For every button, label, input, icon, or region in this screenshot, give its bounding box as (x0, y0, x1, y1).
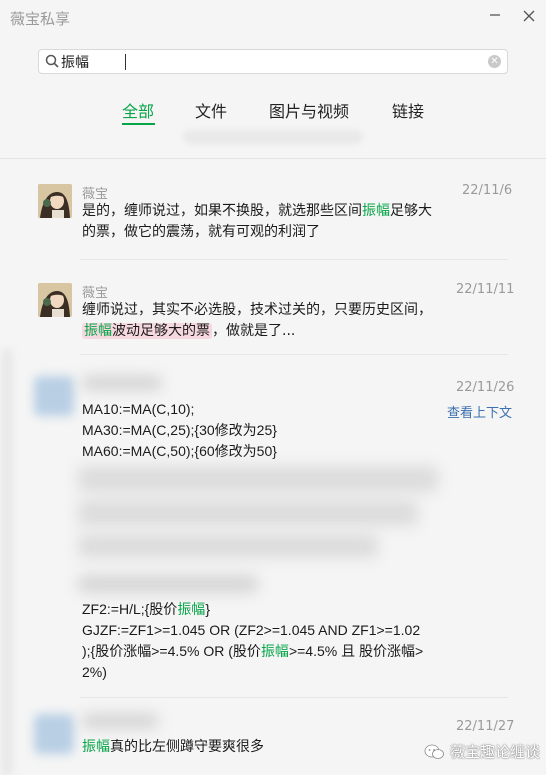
tab-files[interactable]: 文件 (195, 98, 227, 122)
blurred-region (78, 466, 438, 492)
title-bar: 薇宝私享 (0, 0, 546, 38)
message-date: 22/11/26 (456, 380, 515, 395)
view-context-link[interactable]: 查看上下文 (447, 402, 512, 421)
clear-icon[interactable]: ✕ (488, 55, 501, 68)
formula-line: );{股价涨幅>=4.5% OR (股价振幅>=4.5% 且 股价涨幅> (82, 641, 423, 662)
formula-segment: } (205, 601, 210, 617)
formula-segment: ZF2:=H/L;{股价 (82, 601, 178, 617)
message-segment: ，做就是了... (212, 323, 296, 339)
highlighted-phrase: 振幅波动足够大的票 (82, 323, 212, 339)
message-segment: 是的，缠师说过，如果不换股，就选那些区间 (82, 203, 362, 219)
blurred-region (78, 575, 258, 593)
text-caret (125, 54, 126, 70)
active-tab-indicator (122, 123, 155, 125)
code-line: MA60:=MA(C,50);{60修改为50} (82, 443, 277, 459)
close-icon[interactable] (518, 6, 540, 28)
formula-line: 2%) (82, 664, 107, 680)
message-text[interactable]: 振幅真的比左侧蹲守要爽很多 (82, 737, 442, 758)
message-date: 22/11/11 (456, 282, 515, 297)
blurred-region (2, 350, 12, 775)
message-segment: 波动足够大的票 (112, 323, 210, 339)
formula-segment: );{股价涨幅>=4.5% OR (股价 (82, 643, 261, 659)
message-text[interactable]: 缠师说过，其实不必选股，技术过关的，只要历史区间， 振幅波动足够大的票 ，做就是了.… (82, 300, 442, 342)
tab-images-videos[interactable]: 图片与视频 (269, 98, 349, 122)
watermark-icon (424, 744, 444, 759)
avatar[interactable] (38, 283, 72, 317)
keyword-highlight: 振幅 (177, 601, 206, 617)
blurred-region (82, 376, 162, 390)
divider (0, 158, 546, 159)
keyword-highlight: 振幅 (84, 323, 112, 339)
message-date: 22/11/6 (462, 183, 513, 198)
formula-segment: >=4.5% 且 股价涨幅> (288, 643, 424, 659)
keyword-highlight: 振幅 (362, 203, 390, 219)
tab-all[interactable]: 全部 (122, 98, 154, 122)
message-segment: 真的比左侧蹲守要爽很多 (110, 739, 264, 755)
code-line: MA30:=MA(C,25);{30修改为25} (82, 422, 277, 438)
search-input[interactable]: 振幅 ✕ (38, 49, 508, 74)
watermark-text: 薇宝趣论缠谈 (450, 743, 541, 761)
message-segment: 的票，做它的震荡，就有可观的利润了 (82, 224, 320, 240)
code-line: MA10:=MA(C,10); (82, 401, 195, 417)
message-text[interactable]: 是的，缠师说过，如果不换股，就选那些区间振幅足够大的票，做它的震荡，就有可观的利… (82, 201, 442, 243)
message-segment: 足够大 (390, 203, 432, 219)
tab-links[interactable]: 链接 (392, 98, 424, 122)
avatar[interactable] (34, 376, 74, 416)
blurred-region (82, 714, 158, 728)
formula-line: ZF2:=H/L;{股价振幅} (82, 599, 210, 620)
keyword-highlight: 振幅 (260, 643, 289, 659)
search-query: 振幅 (61, 55, 89, 71)
blurred-region (183, 130, 363, 144)
message-segment: 缠师说过，其实不必选股，技术过关的，只要历史区间， (82, 302, 432, 318)
blurred-region (78, 500, 418, 526)
search-icon (45, 54, 59, 68)
sender-name: 薇宝 (82, 187, 109, 202)
avatar[interactable] (38, 184, 72, 218)
blurred-region (78, 534, 378, 558)
divider (80, 697, 508, 698)
formula-line: GJZF:=ZF1>=1.045 OR (ZF2>=1.045 AND ZF1>… (82, 622, 421, 638)
divider (80, 354, 508, 355)
minimize-icon[interactable] (484, 6, 506, 28)
message-date: 22/11/27 (456, 719, 515, 734)
keyword-highlight: 振幅 (82, 739, 110, 755)
window-title: 薇宝私享 (10, 10, 71, 28)
avatar[interactable] (34, 714, 74, 754)
divider (80, 259, 508, 260)
sender-name: 薇宝 (82, 286, 109, 301)
